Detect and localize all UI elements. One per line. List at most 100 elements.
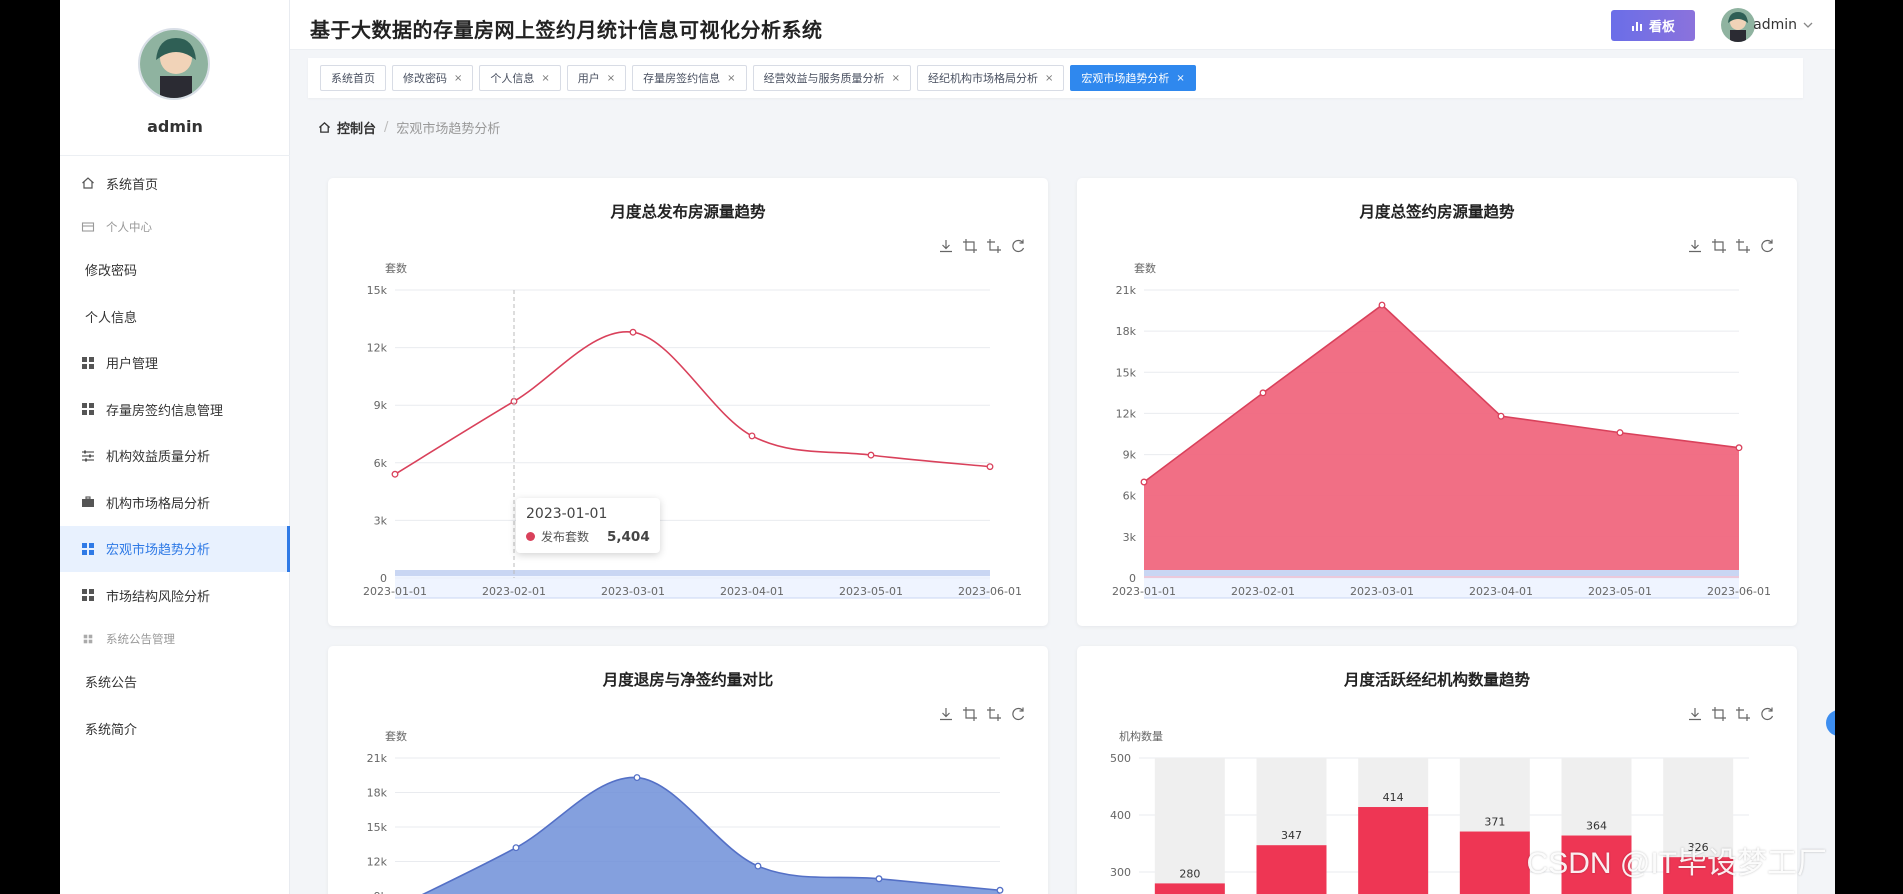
y-tick-label: 9k: [374, 890, 388, 894]
sidebar-item-5[interactable]: 存量房签约信息管理: [60, 386, 290, 433]
sidebar-item-2[interactable]: 修改密码: [60, 247, 290, 294]
sidebar-item-4[interactable]: 用户管理: [60, 340, 290, 387]
data-point[interactable]: [391, 470, 399, 478]
tag-1[interactable]: 修改密码 ×: [392, 65, 474, 91]
sidebar-item-3[interactable]: 个人信息: [60, 293, 290, 340]
tag-label: 用户: [577, 72, 600, 85]
sidebar-item-1[interactable]: 个人中心: [60, 207, 290, 247]
series-area: [423, 777, 1000, 894]
bar[interactable]: [1358, 807, 1429, 894]
floating-button[interactable]: [1826, 710, 1835, 736]
sidebar-avatar[interactable]: [138, 28, 210, 100]
sidebar-item-label: 机构效益质量分析: [106, 450, 211, 466]
sidebar-item-label: 系统简介: [85, 722, 138, 738]
tag-0[interactable]: 系统首页: [320, 65, 386, 91]
data-point[interactable]: [1616, 429, 1624, 437]
breadcrumb: 控制台 / 宏观市场趋势分析: [318, 118, 500, 137]
board-button[interactable]: 看板: [1611, 10, 1695, 41]
tag-label: 修改密码: [403, 72, 447, 85]
data-point[interactable]: [629, 328, 637, 336]
data-point[interactable]: [754, 862, 762, 870]
sidebar-item-label: 存量房签约信息管理: [106, 403, 224, 419]
breadcrumb-home[interactable]: 控制台: [318, 118, 376, 137]
bar[interactable]: [1154, 883, 1225, 894]
sidebar-item-label: 系统公告: [85, 676, 138, 692]
sidebar-item-11[interactable]: 系统公告: [60, 659, 290, 706]
datazoom-bar[interactable]: [395, 570, 990, 576]
chart-svg: 套数 0 3k 6k 9k 12k 15k 18k 21k 2023-01-01 2023-02-0…: [1112, 262, 1771, 599]
data-point[interactable]: [996, 886, 1004, 894]
grid-small-icon: [80, 631, 96, 647]
close-icon[interactable]: ×: [541, 73, 549, 84]
data-point[interactable]: [1735, 444, 1743, 452]
tag-5[interactable]: 经营效益与服务质量分析 ×: [752, 65, 911, 91]
bar[interactable]: [1459, 831, 1530, 894]
tag-label: 宏观市场趋势分析: [1081, 72, 1170, 85]
data-point[interactable]: [875, 875, 883, 883]
breadcrumb-current: 宏观市场趋势分析: [396, 122, 501, 137]
sidebar-menu: 系统首页 个人中心 修改密码 个人信息 用户管理存量房签约信息管理 机构效益质量分析 机构市…: [60, 160, 290, 752]
y-axis-label: 套数: [385, 730, 407, 743]
close-icon[interactable]: ×: [892, 73, 900, 84]
bar[interactable]: [1256, 845, 1327, 894]
data-point[interactable]: [986, 463, 994, 471]
data-point[interactable]: [633, 774, 641, 781]
x-tick-label: 2023-03-01: [601, 585, 665, 598]
tag-label: 经营效益与服务质量分析: [763, 72, 885, 85]
bar-chart-icon: [1631, 21, 1642, 31]
sidebar-item-9[interactable]: 市场结构风险分析: [60, 572, 290, 619]
y-tick-label: 18k: [367, 787, 388, 800]
data-point[interactable]: [1140, 478, 1148, 486]
close-icon[interactable]: ×: [727, 73, 735, 84]
close-icon[interactable]: ×: [454, 73, 462, 84]
home-icon: [318, 121, 331, 133]
y-tick-label: 12k: [1116, 407, 1137, 420]
y-tick-label: 21k: [367, 752, 388, 765]
close-icon[interactable]: ×: [607, 73, 615, 84]
chevron-down-icon: [1803, 22, 1813, 28]
data-point[interactable]: [512, 844, 520, 852]
tag-6[interactable]: 经纪机构市场格局分析 ×: [916, 65, 1065, 91]
sidebar-item-12[interactable]: 系统简介: [60, 705, 290, 752]
bar-value-label: 347: [1281, 829, 1302, 842]
data-point[interactable]: [1259, 389, 1267, 397]
series-line: [394, 331, 991, 475]
data-point[interactable]: [1378, 301, 1386, 309]
user-menu[interactable]: admin: [1753, 17, 1813, 33]
tag-4[interactable]: 存量房签约信息 ×: [632, 65, 747, 91]
tag-7[interactable]: 宏观市场趋势分析 ×: [1070, 65, 1196, 91]
y-tick-label: 21k: [1116, 284, 1137, 297]
data-point[interactable]: [1497, 412, 1505, 420]
chart-svg: 套数 9k 12k 15k 18k 21k: [367, 730, 1004, 894]
tags-view: 系统首页 修改密码 × 个人信息 × 用户 × 存量房签约信息 × 经营效益与服务质量分析 × 经纪机…: [308, 58, 1803, 98]
sidebar-item-7[interactable]: 机构市场格局分析: [60, 479, 290, 526]
header-avatar[interactable]: [1721, 8, 1755, 42]
y-tick-label: 18k: [1116, 325, 1137, 338]
app-title: 基于大数据的存量房网上签约月统计信息可视化分析系统: [310, 18, 823, 42]
tooltip-value: 5,404: [607, 528, 650, 545]
sidebar-item-label: 机构市场格局分析: [106, 496, 211, 512]
top-header: 基于大数据的存量房网上签约月统计信息可视化分析系统 看板 admin: [290, 0, 1835, 50]
close-icon[interactable]: ×: [1045, 73, 1053, 84]
tag-label: 经纪机构市场格局分析: [927, 72, 1038, 85]
y-tick-label: 9k: [1123, 449, 1137, 462]
y-tick-label: 400: [1110, 809, 1131, 822]
sidebar-item-8[interactable]: 宏观市场趋势分析: [60, 525, 290, 572]
y-tick-label: 12k: [367, 856, 388, 869]
x-tick-label: 2023-02-01: [482, 585, 546, 598]
tooltip-series: 发布套数: [541, 530, 590, 544]
tag-2[interactable]: 个人信息 ×: [479, 65, 561, 91]
sidebar-item-10[interactable]: 系统公告管理: [60, 619, 290, 659]
tag-3[interactable]: 用户 ×: [566, 65, 627, 91]
y-tick-label: 15k: [367, 284, 388, 297]
data-point[interactable]: [867, 451, 875, 459]
header-username: admin: [1753, 17, 1797, 33]
data-point[interactable]: [748, 432, 756, 440]
sidebar-item-0[interactable]: 系统首页: [60, 160, 290, 207]
sidebar-item-6[interactable]: 机构效益质量分析: [60, 433, 290, 480]
briefcase-icon: [80, 494, 96, 510]
chart-tooltip: 2023-01-01 发布套数 5,404: [516, 498, 660, 553]
datazoom-bar[interactable]: [1144, 570, 1739, 576]
y-axis-label: 套数: [385, 262, 407, 275]
close-icon[interactable]: ×: [1176, 73, 1184, 84]
